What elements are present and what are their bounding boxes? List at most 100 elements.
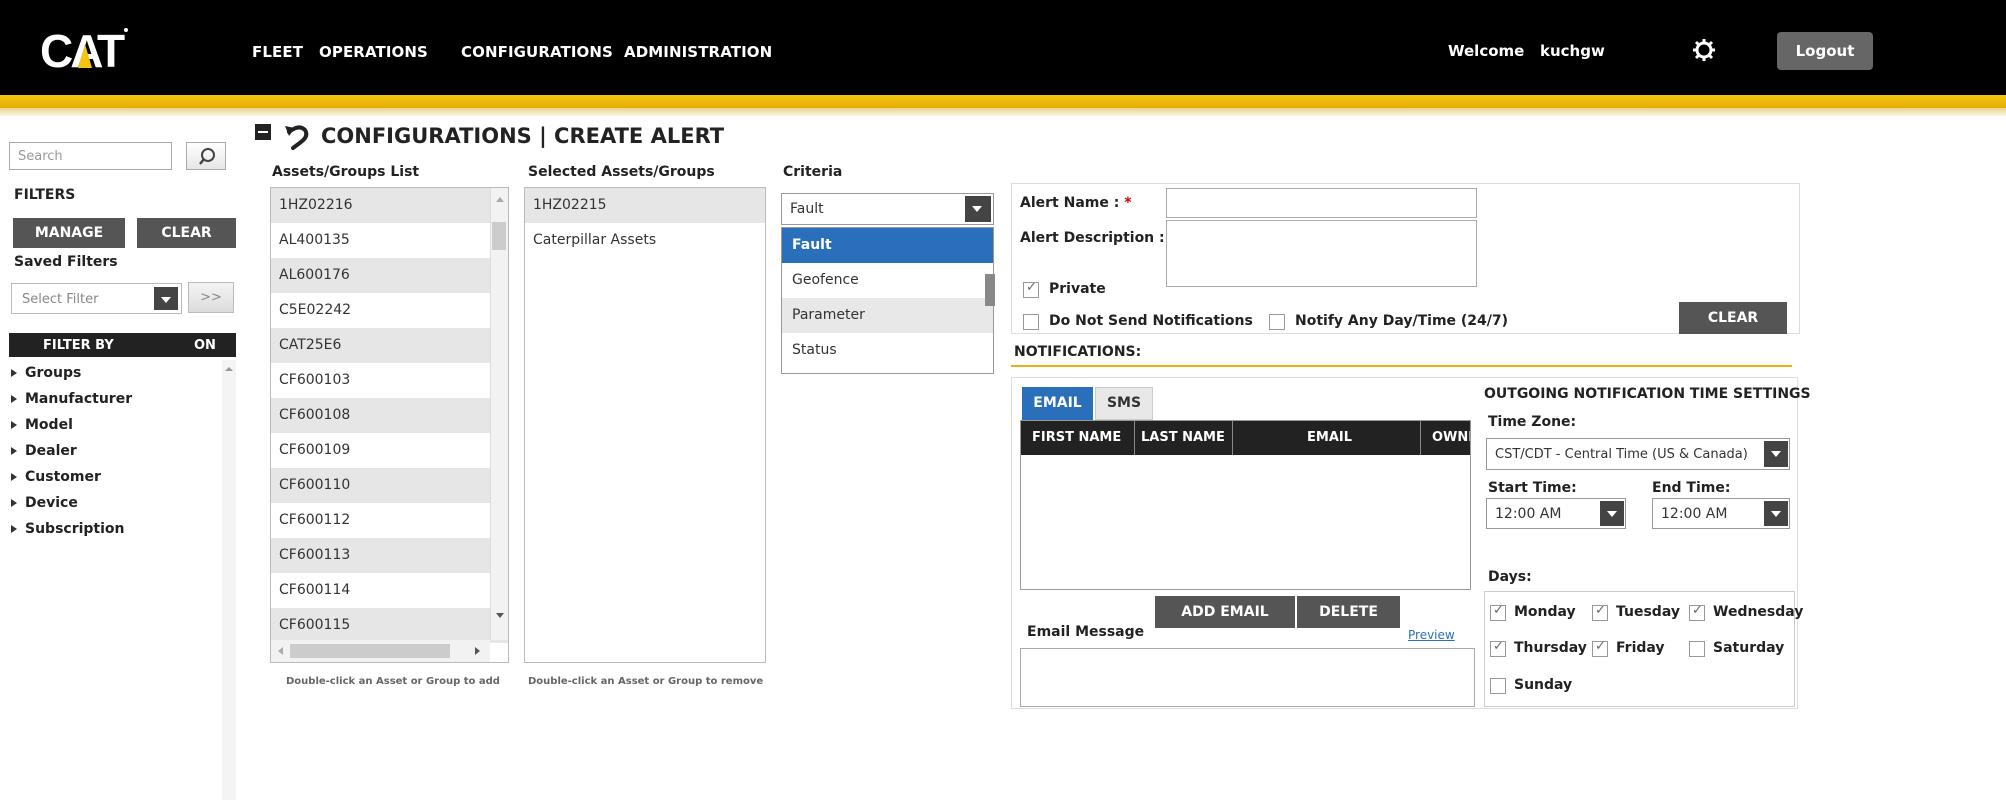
column-owner[interactable]: OWNI: [1432, 430, 1470, 445]
list-item[interactable]: 1HZ02215: [525, 188, 765, 223]
day-checkbox-sunday[interactable]: [1490, 678, 1506, 694]
clear-filters-button[interactable]: CLEAR: [137, 218, 236, 248]
list-item[interactable]: CF600113: [271, 538, 508, 573]
day-checkbox-friday[interactable]: [1592, 639, 1608, 657]
criteria-option-status[interactable]: Status: [782, 333, 993, 368]
notify-anytime-checkbox[interactable]: [1269, 314, 1285, 330]
scrollbar-thumb[interactable]: [492, 222, 506, 250]
criteria-option-fault[interactable]: Fault: [782, 228, 993, 263]
filter-by-label: FILTER BY: [43, 338, 114, 353]
saved-filters-title: Saved Filters: [14, 254, 118, 270]
private-label: Private: [1049, 281, 1106, 297]
expand-arrow-icon: [11, 499, 17, 507]
list-item[interactable]: CF600115: [271, 608, 508, 643]
preview-link[interactable]: Preview: [1408, 628, 1455, 642]
chevron-down-icon[interactable]: [1764, 501, 1788, 526]
column-separator: [1134, 421, 1135, 455]
criteria-option-geofence[interactable]: Geofence: [782, 263, 993, 298]
list-item[interactable]: CF600109: [271, 433, 508, 468]
criteria-option-parameter[interactable]: Parameter: [782, 298, 993, 333]
cat-logo[interactable]: CAT: [40, 24, 130, 74]
add-email-button[interactable]: ADD EMAIL: [1155, 596, 1295, 628]
sidebar-scrollbar[interactable]: [222, 360, 236, 800]
scrollbar-thumb[interactable]: [290, 644, 450, 658]
scroll-up-icon[interactable]: [222, 362, 236, 376]
chevron-down-icon[interactable]: [965, 196, 991, 222]
expand-arrow-icon: [11, 421, 17, 429]
nav-fleet[interactable]: FLEET: [252, 43, 303, 61]
scroll-left-icon[interactable]: [273, 640, 287, 662]
notify-anytime-label: Notify Any Day/Time (24/7): [1295, 313, 1509, 329]
time-zone-label: Time Zone:: [1488, 414, 1577, 430]
filter-item-groups[interactable]: Groups: [9, 360, 235, 386]
no-notify-label: Do Not Send Notifications: [1049, 313, 1253, 329]
list-item[interactable]: CF600110: [271, 468, 508, 503]
welcome-text: Welcome: [1448, 42, 1525, 60]
expand-arrow-icon: [11, 525, 17, 533]
alert-description-label: Alert Description : *: [1020, 230, 1177, 246]
nav-configurations[interactable]: CONFIGURATIONS: [461, 43, 613, 61]
email-message-input[interactable]: [1020, 648, 1475, 707]
tab-sms[interactable]: SMS: [1095, 387, 1153, 420]
list-item[interactable]: CF600108: [271, 398, 508, 433]
no-notify-checkbox[interactable]: [1023, 314, 1039, 330]
time-zone-select[interactable]: CST/CDT - Central Time (US & Canada): [1486, 438, 1790, 470]
notifications-divider: [1011, 365, 1792, 367]
private-checkbox[interactable]: [1023, 280, 1039, 298]
list-item[interactable]: AL600176: [271, 258, 508, 293]
day-checkbox-saturday[interactable]: [1689, 641, 1705, 657]
list-item[interactable]: CF600103: [271, 363, 508, 398]
column-last-name[interactable]: LAST NAME: [1141, 430, 1225, 445]
back-arrow-icon[interactable]: [283, 122, 313, 150]
list-item[interactable]: CF600114: [271, 573, 508, 608]
required-mark: *: [1124, 195, 1132, 211]
list-item[interactable]: CAT25E6: [271, 328, 508, 363]
nav-administration[interactable]: ADMINISTRATION: [624, 43, 772, 61]
column-separator: [1232, 421, 1233, 455]
list-item[interactable]: AL400135: [271, 223, 508, 258]
filter-item-device[interactable]: Device: [9, 490, 235, 516]
search-input[interactable]: Search: [9, 142, 172, 170]
manage-button[interactable]: MANAGE: [13, 218, 125, 248]
list-item[interactable]: C5E02242: [271, 293, 508, 328]
filter-item-manufacturer[interactable]: Manufacturer: [9, 386, 235, 412]
filter-item-customer[interactable]: Customer: [9, 464, 235, 490]
day-checkbox-thursday[interactable]: [1490, 639, 1506, 657]
search-button[interactable]: [186, 142, 226, 170]
chevron-down-icon[interactable]: [1764, 441, 1788, 467]
collapse-icon[interactable]: [255, 124, 271, 140]
selected-assets-list[interactable]: 1HZ02215 Caterpillar Assets: [524, 187, 766, 663]
notifications-title: NOTIFICATIONS:: [1014, 344, 1142, 360]
list-item[interactable]: 1HZ02216: [271, 188, 508, 223]
nav-operations[interactable]: OPERATIONS: [319, 43, 428, 61]
day-checkbox-monday[interactable]: [1490, 603, 1506, 621]
scroll-down-icon[interactable]: [491, 608, 509, 622]
filter-item-subscription[interactable]: Subscription: [9, 516, 235, 542]
day-label-sunday: Sunday: [1514, 677, 1573, 693]
delete-button[interactable]: DELETE: [1297, 596, 1400, 628]
day-checkbox-wednesday[interactable]: [1689, 603, 1705, 621]
gear-icon[interactable]: [1692, 38, 1716, 62]
alert-name-label: Alert Name : *: [1020, 195, 1132, 211]
list-item[interactable]: CF600112: [271, 503, 508, 538]
filter-item-model[interactable]: Model: [9, 412, 235, 438]
chevron-down-icon[interactable]: [1600, 501, 1624, 526]
tab-email[interactable]: EMAIL: [1022, 387, 1093, 420]
assets-vertical-scrollbar[interactable]: [490, 188, 508, 640]
column-first-name[interactable]: FIRST NAME: [1032, 430, 1121, 445]
assets-list[interactable]: 1HZ02216 AL400135 AL600176 C5E02242 CAT2…: [270, 187, 509, 663]
column-email[interactable]: EMAIL: [1307, 430, 1352, 445]
logout-button[interactable]: Logout: [1777, 32, 1873, 70]
scroll-right-icon[interactable]: [471, 640, 485, 662]
scroll-up-icon[interactable]: [491, 192, 509, 206]
filter-item-dealer[interactable]: Dealer: [9, 438, 235, 464]
criteria-select[interactable]: Fault: [781, 193, 994, 225]
list-item[interactable]: Caterpillar Assets: [525, 223, 765, 258]
alert-description-input[interactable]: [1166, 220, 1477, 287]
day-checkbox-tuesday[interactable]: [1592, 603, 1608, 621]
clear-form-button[interactable]: CLEAR: [1679, 302, 1787, 334]
chevron-down-icon[interactable]: [154, 287, 178, 310]
apply-filter-button[interactable]: >>: [188, 282, 234, 313]
alert-name-input[interactable]: [1166, 188, 1477, 218]
day-label-wednesday: Wednesday: [1713, 604, 1804, 620]
